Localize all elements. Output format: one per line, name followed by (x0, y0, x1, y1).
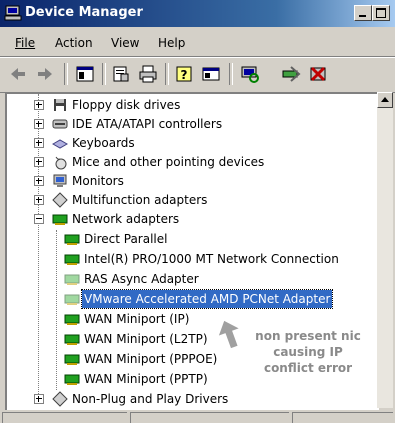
maximize-button[interactable] (372, 5, 390, 21)
title-bar[interactable]: Device Manager (0, 0, 395, 27)
tree-item-label: WAN Miniport (PPPOE) (84, 352, 218, 366)
expand-button[interactable] (34, 119, 44, 129)
menu-action[interactable]: Action (55, 36, 93, 50)
tree-item-label: IDE ATA/ATAPI controllers (72, 117, 223, 131)
ide-icon (52, 119, 68, 129)
help-icon[interactable]: ? (174, 64, 194, 84)
properties-icon[interactable] (111, 64, 131, 84)
expand-button[interactable] (34, 138, 44, 148)
status-pane (2, 412, 127, 423)
floppy-icon (54, 99, 66, 111)
network-card-icon (64, 354, 80, 365)
minimize-button[interactable] (354, 5, 372, 21)
tree-item-label: RAS Async Adapter (84, 272, 199, 286)
tree-line (56, 230, 57, 390)
device-manager-icon (4, 5, 22, 21)
console-icon[interactable] (201, 64, 221, 84)
vertical-scrollbar[interactable] (377, 92, 393, 408)
menu-help[interactable]: Help (158, 36, 185, 50)
network-card-ghost-icon (64, 274, 80, 285)
tree-item-label: Intel(R) PRO/1000 MT Network Connection (84, 252, 339, 266)
toolbar-separator (229, 63, 233, 85)
scroll-up-button[interactable] (377, 92, 393, 108)
toolbar-separator (64, 63, 68, 85)
multifunction-icon (52, 192, 68, 208)
network-card-ghost-icon (64, 294, 80, 305)
update-driver-icon[interactable] (281, 64, 301, 84)
svg-text:?: ? (181, 68, 188, 82)
status-bar (0, 410, 395, 423)
tree-item-label: Floppy disk drives (72, 98, 181, 112)
status-pane (292, 412, 393, 423)
print-icon[interactable] (138, 64, 158, 84)
network-card-icon (64, 234, 80, 245)
toolbar-separator (165, 63, 169, 85)
menu-file[interactable]: File (15, 36, 35, 50)
menu-view[interactable]: View (111, 36, 139, 50)
tree-item-label: Keyboards (72, 136, 135, 150)
expand-button[interactable] (34, 394, 44, 404)
tree-item-label: Non-Plug and Play Drivers (72, 392, 229, 406)
uninstall-icon[interactable] (308, 64, 328, 84)
network-card-icon (64, 374, 80, 385)
toolbar-separator (102, 63, 106, 85)
menu-bar: File Action View Help (0, 28, 395, 57)
window-title: Device Manager (25, 5, 143, 20)
tree-item-label: Network adapters (72, 212, 180, 226)
tree-item-label: WAN Miniport (PPTP) (84, 372, 208, 386)
menu-file-label: File (15, 36, 36, 50)
driver-icon (52, 391, 68, 407)
expand-button[interactable] (34, 100, 44, 110)
annotation-line-2: causing IP (273, 345, 343, 359)
network-card-icon (64, 254, 80, 265)
network-card-icon (64, 314, 80, 325)
back-icon[interactable] (8, 64, 28, 84)
annotation-line-1: non present nic (255, 329, 361, 343)
expand-button[interactable] (34, 157, 44, 167)
expand-button[interactable] (34, 176, 44, 186)
tree-item-label: VMware Accelerated AMD PCNet Adapter (80, 289, 334, 309)
tree-item-label: Direct Parallel (84, 232, 168, 246)
show-hide-console-tree-icon[interactable] (75, 64, 95, 84)
forward-icon[interactable] (35, 64, 55, 84)
annotation-line-3: conflict error (263, 361, 353, 375)
network-card-icon (52, 214, 68, 225)
toolbar: ? (0, 57, 395, 93)
status-pane (130, 412, 289, 423)
network-card-icon (64, 334, 80, 345)
tree-item-label: Monitors (72, 174, 124, 188)
monitor-icon (53, 174, 67, 187)
annotation-note: non present nic causing IP conflict erro… (238, 328, 378, 376)
tree-item-label: Multifunction adapters (72, 193, 208, 207)
collapse-button[interactable] (34, 214, 44, 224)
mouse-icon (55, 156, 67, 170)
keyboard-icon (52, 139, 68, 149)
tree-item-label: WAN Miniport (L2TP) (84, 332, 208, 346)
scan-hardware-icon[interactable] (240, 64, 260, 84)
tree-item-label: Mice and other pointing devices (72, 155, 265, 169)
expand-button[interactable] (34, 195, 44, 205)
tree-item-label: WAN Miniport (IP) (84, 312, 190, 326)
